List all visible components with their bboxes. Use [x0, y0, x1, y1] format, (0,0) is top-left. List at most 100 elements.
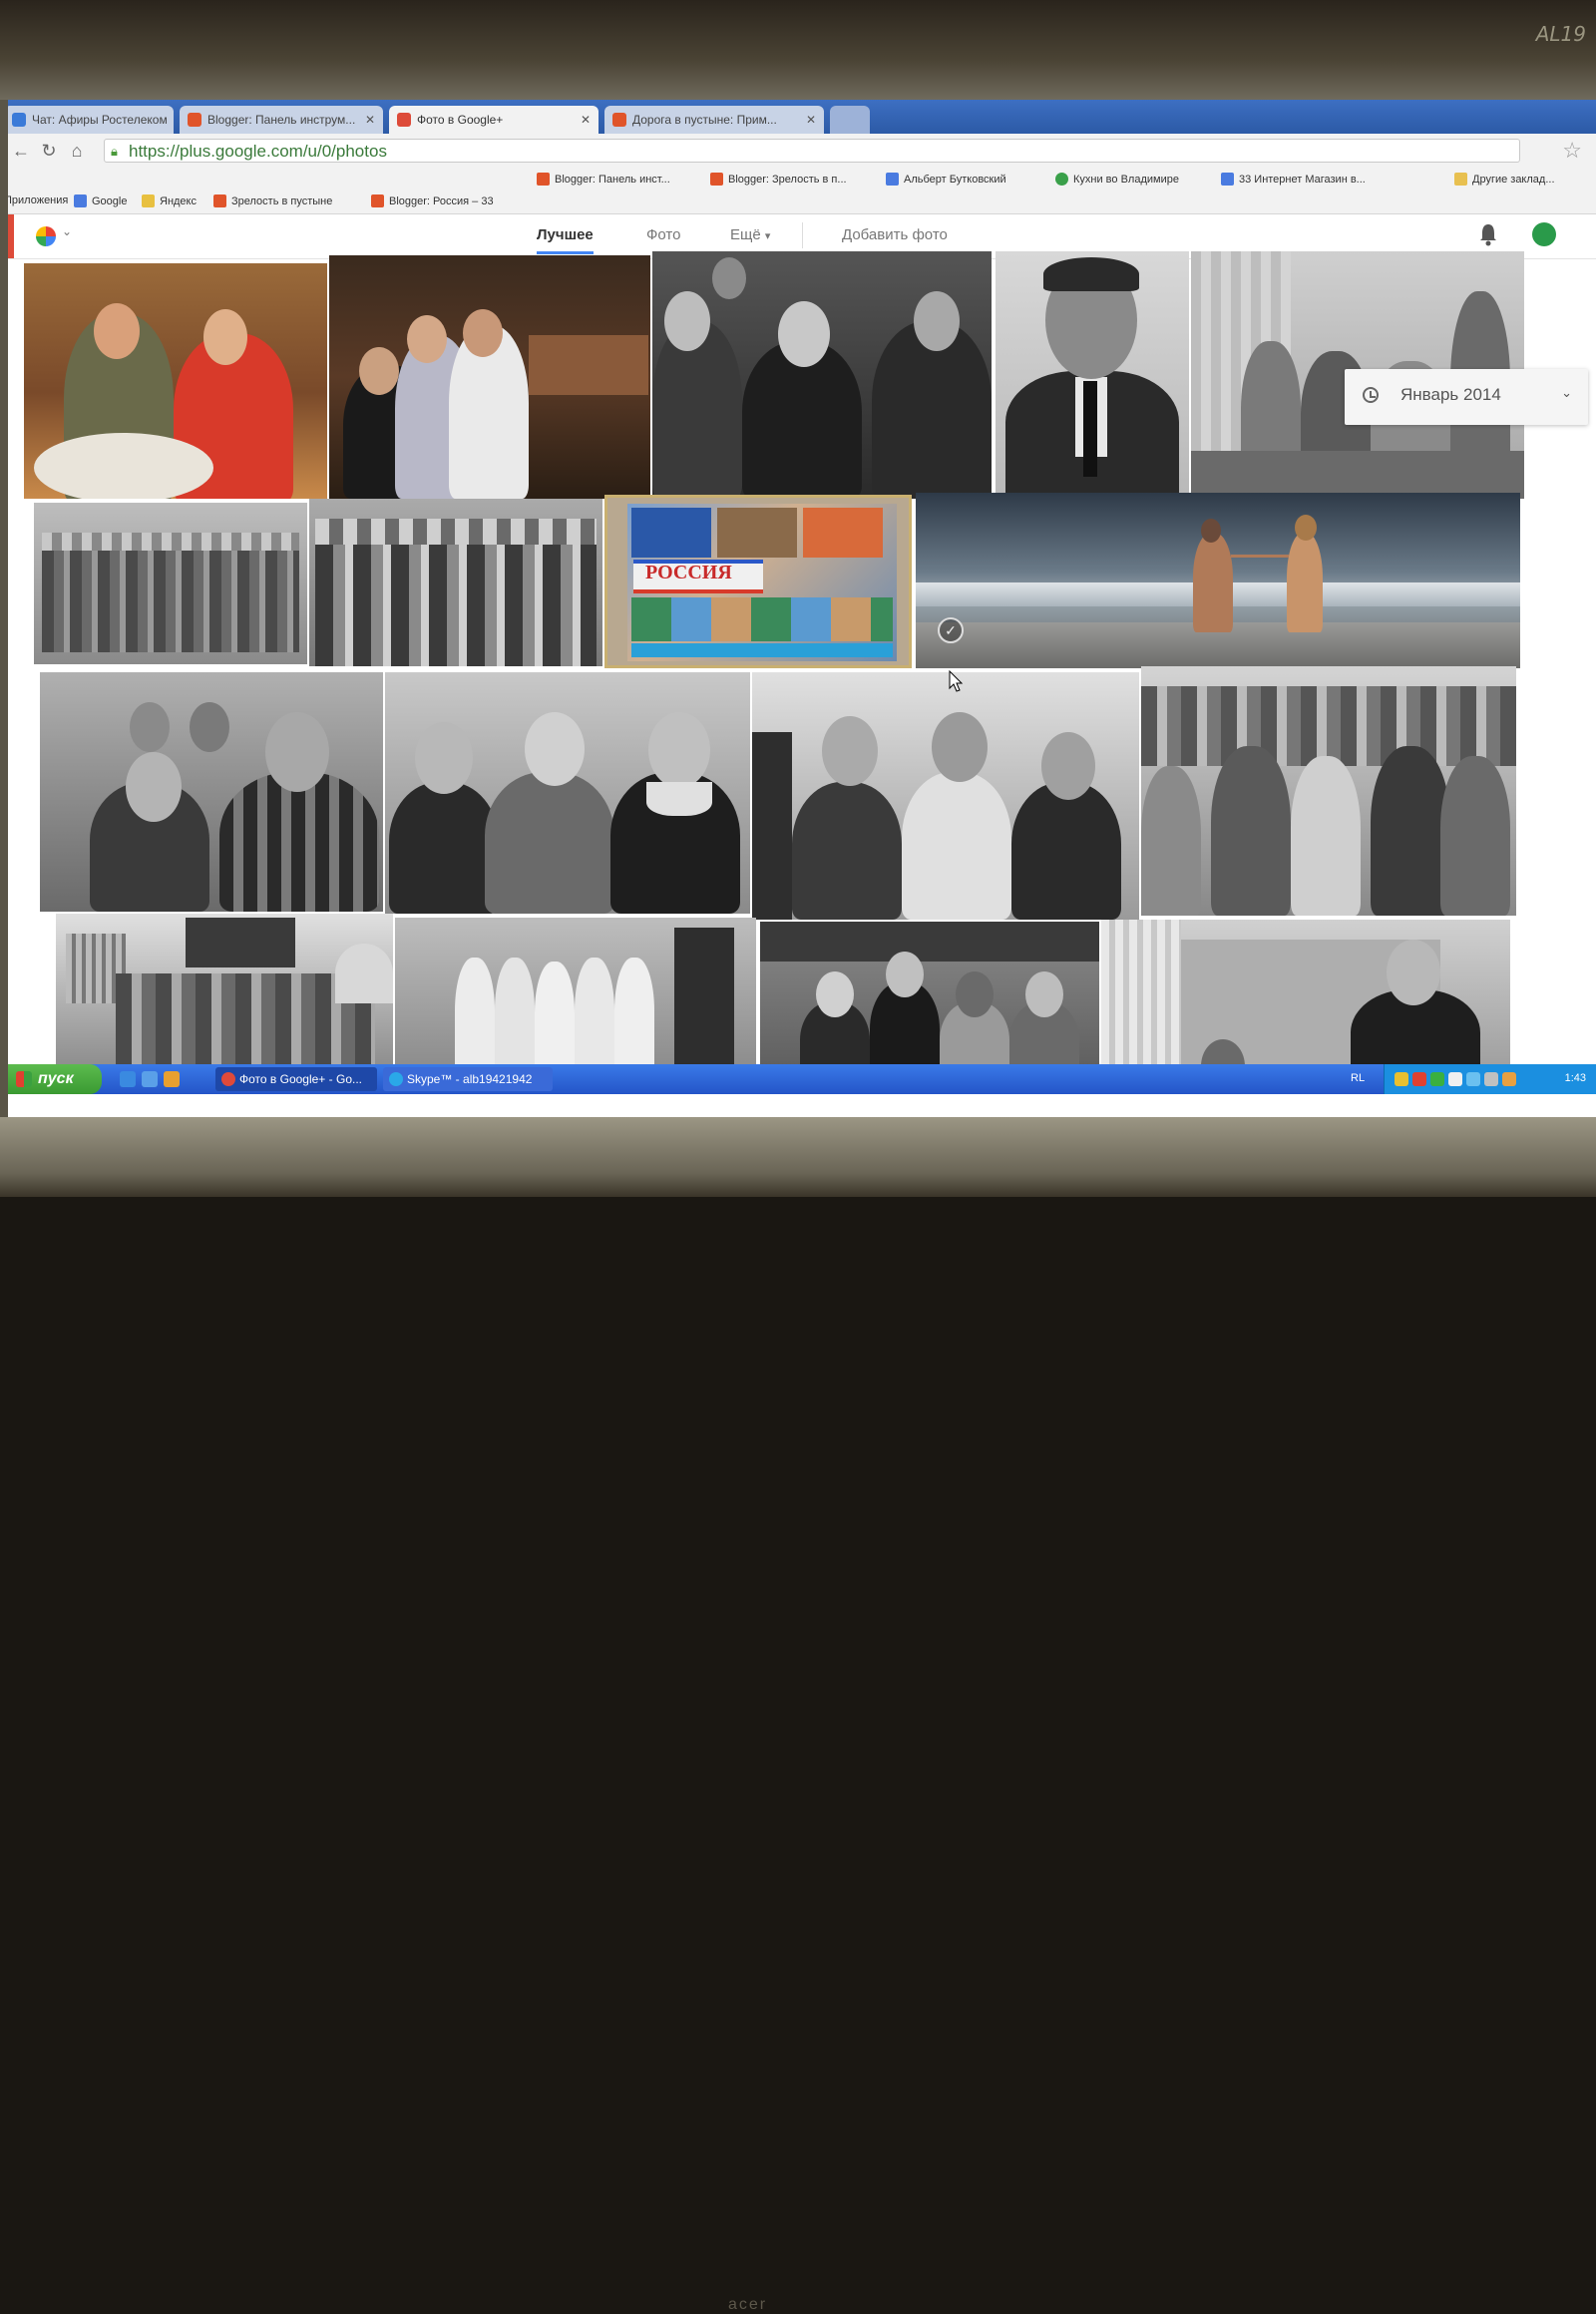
- photo-portrait-man[interactable]: [996, 251, 1189, 499]
- system-tray: 1:43: [1384, 1064, 1596, 1094]
- back-arrow-icon[interactable]: ←: [10, 140, 32, 162]
- folder-icon: [1454, 173, 1467, 186]
- close-icon[interactable]: ✕: [800, 113, 816, 127]
- photo-beach-group[interactable]: [56, 914, 393, 1073]
- bookmark-item[interactable]: Кухни во Владимире: [1055, 173, 1179, 186]
- photo-meeting-bw[interactable]: [652, 251, 992, 499]
- photo-russia-collage[interactable]: РОССИЯ: [604, 495, 912, 668]
- blogger-icon: [612, 113, 626, 127]
- media-icon[interactable]: [164, 1071, 180, 1087]
- tray-app-icon[interactable]: [1430, 1072, 1444, 1086]
- photos-pinwheel-icon[interactable]: [36, 226, 56, 246]
- photo-cooks-white[interactable]: [395, 918, 756, 1075]
- chrome-icon: [221, 1072, 235, 1086]
- bookmarks-bar-secondary: Приложения Google Яндекс Зрелость в пуст…: [8, 192, 1596, 214]
- bookmark-item[interactable]: Другие заклад...: [1454, 173, 1555, 186]
- select-check-icon[interactable]: ✓: [938, 617, 964, 643]
- tray-app-icon[interactable]: [1395, 1072, 1408, 1086]
- add-photos-button[interactable]: Добавить фото: [842, 226, 948, 243]
- bookmark-item[interactable]: 33 Интернет Магазин в...: [1221, 173, 1366, 186]
- bookmark-label: 33 Интернет Магазин в...: [1239, 173, 1366, 186]
- bookmark-label: Blogger: Зрелость в п...: [728, 173, 847, 186]
- photo-men-indoor[interactable]: [40, 672, 383, 912]
- browser-toolbar: ← ↻ ⌂ 🔒︎ https://plus.google.com/u/0/pho…: [8, 134, 1596, 171]
- photo-beach-couple[interactable]: [916, 493, 1520, 668]
- photo-group-crowd[interactable]: [309, 499, 602, 666]
- close-icon[interactable]: ✕: [359, 113, 375, 127]
- chevron-down-icon[interactable]: ⌄: [62, 224, 72, 238]
- chevron-down-icon: ⌄: [1561, 385, 1572, 400]
- blogger-icon: [371, 194, 384, 207]
- bookmark-label: Кухни во Владимире: [1073, 173, 1179, 186]
- photo-street-crowd[interactable]: [1141, 666, 1516, 916]
- volume-icon[interactable]: [1448, 1072, 1462, 1086]
- taskbar-item-browser[interactable]: Фото в Google+ - Go...: [215, 1067, 377, 1091]
- bookmark-label: Яндекс: [160, 194, 197, 207]
- close-icon[interactable]: ✕: [168, 113, 175, 127]
- tab-title: Дорога в пустыне: Прим...: [632, 113, 777, 127]
- close-icon[interactable]: ✕: [575, 113, 591, 127]
- tab-more[interactable]: Ещё ▾: [730, 226, 770, 243]
- photo-speaker-man[interactable]: [1101, 920, 1510, 1085]
- bookmark-item[interactable]: Приложения: [8, 194, 68, 206]
- nav-divider: [802, 222, 803, 248]
- photo-young-men[interactable]: [752, 672, 1139, 920]
- network-icon[interactable]: [1466, 1072, 1480, 1086]
- tray-app-icon[interactable]: [1484, 1072, 1498, 1086]
- photo-office-group[interactable]: [760, 922, 1099, 1087]
- bookmark-label: Google: [92, 194, 128, 207]
- tab-best[interactable]: Лучшее: [537, 226, 594, 254]
- language-indicator[interactable]: RL: [1351, 1072, 1365, 1084]
- bookmark-item[interactable]: Blogger: Панель инст...: [537, 173, 670, 186]
- start-button[interactable]: пуск: [8, 1064, 102, 1094]
- monitor-screen: Чат: Афиры Ростелеком ✕ Blogger: Панель …: [8, 100, 1596, 1117]
- tab-blogger[interactable]: Blogger: Панель инструм... ✕: [180, 106, 383, 134]
- tab-favicon: [12, 113, 26, 127]
- bookmark-item[interactable]: Яндекс: [142, 194, 197, 207]
- tray-app-icon[interactable]: [1502, 1072, 1516, 1086]
- tab-desert-road[interactable]: Дорога в пустыне: Прим... ✕: [604, 106, 824, 134]
- notification-bell-icon[interactable]: [1478, 222, 1498, 246]
- bookmark-item[interactable]: Blogger: Россия – 33: [371, 194, 494, 207]
- address-bar[interactable]: 🔒︎ https://plus.google.com/u/0/photos: [104, 139, 1520, 163]
- windows-logo-icon: [16, 1071, 32, 1087]
- home-icon[interactable]: ⌂: [66, 140, 88, 162]
- reload-icon[interactable]: ↻: [38, 140, 60, 162]
- check-icon: [1055, 173, 1068, 186]
- date-selector-label: Январь 2014: [1400, 385, 1501, 404]
- bookmark-item[interactable]: Зрелость в пустыне: [213, 194, 332, 207]
- bookmark-label: Зрелость в пустыне: [231, 194, 333, 207]
- desktop-icon[interactable]: [142, 1071, 158, 1087]
- bookmark-item[interactable]: Blogger: Зрелость в п...: [710, 173, 847, 186]
- date-selector[interactable]: Январь 2014 ⌄: [1345, 369, 1588, 425]
- bookmark-label: Blogger: Панель инст...: [555, 173, 670, 186]
- avatar[interactable]: [1532, 222, 1556, 246]
- ie-icon[interactable]: [120, 1071, 136, 1087]
- url-text: https://plus.google.com/u/0/photos: [129, 142, 387, 161]
- clock-time[interactable]: 1:43: [1565, 1072, 1586, 1084]
- monitor-bottom-label: acer: [728, 2296, 768, 2313]
- photo-couple-dinner[interactable]: [24, 263, 327, 499]
- windows-taskbar: пуск Фото в Google+ - Go... Skype™ - alb…: [8, 1064, 1596, 1094]
- photo-women-laughing[interactable]: [385, 672, 750, 914]
- monitor-bezel-top: AL19: [0, 0, 1596, 100]
- tray-app-icon[interactable]: [1412, 1072, 1426, 1086]
- monitor-bezel-bottom: acer: [0, 1117, 1596, 2313]
- tab-photos[interactable]: Фото: [646, 226, 680, 243]
- bookmark-star-icon[interactable]: ☆: [1562, 138, 1582, 164]
- bookmark-label: Другие заклад...: [1472, 173, 1555, 186]
- taskbar-item-skype[interactable]: Skype™ - alb19421942: [383, 1067, 553, 1091]
- blogger-icon: [537, 173, 550, 186]
- bookmark-item[interactable]: Альберт Бутковский: [886, 173, 1006, 186]
- gplus-side-stripe: [8, 214, 14, 258]
- bookmark-item[interactable]: Google: [74, 194, 127, 207]
- tab-title: Blogger: Панель инструм...: [207, 113, 356, 127]
- blogger-icon: [188, 113, 201, 127]
- bookmark-label: Blogger: Россия – 33: [389, 194, 494, 207]
- photo-family-room[interactable]: [329, 255, 650, 499]
- tab-rostelecom[interactable]: Чат: Афиры Ростелеком ✕: [8, 106, 174, 134]
- lock-icon: 🔒︎: [111, 144, 118, 159]
- new-tab-button[interactable]: [830, 106, 870, 134]
- tab-google-photos[interactable]: Фото в Google+ ✕: [389, 106, 598, 134]
- photo-group-outdoor[interactable]: [34, 503, 307, 664]
